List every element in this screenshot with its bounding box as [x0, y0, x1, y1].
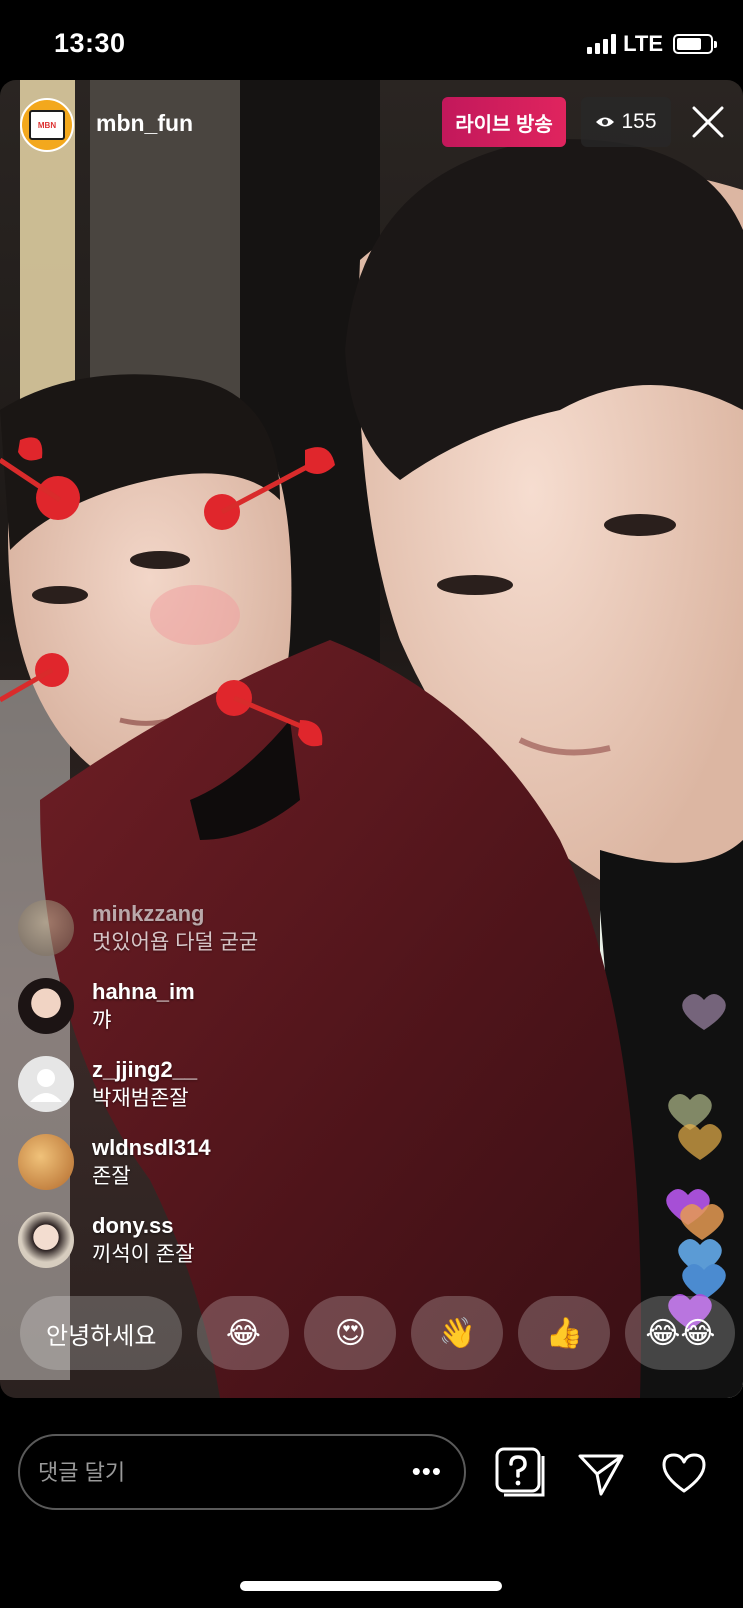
comment-message: 존잘 — [92, 1165, 131, 1188]
commenter-avatar[interactable] — [18, 1134, 74, 1190]
live-video[interactable]: MBN mbn_fun 라이브 방송 155 minkzzang 멋있어욥 다덜… — [0, 80, 743, 1398]
heart-icon[interactable] — [661, 1451, 707, 1495]
status-time: 13:30 — [54, 28, 126, 58]
comment-message: 끼석이 존잘 — [92, 1243, 195, 1266]
quick-reactions: 안녕하세요 😂 😍 👋 👍 😂😂 — [20, 1296, 736, 1370]
comment-username[interactable]: wldnsdl314 — [92, 1134, 211, 1162]
comment-message: 멋있어욥 다덜 굳굳 — [92, 931, 259, 954]
commenter-avatar[interactable] — [18, 978, 74, 1034]
default-user-icon — [30, 1069, 62, 1102]
laughing-emoji-chip[interactable]: 😂 — [197, 1296, 290, 1370]
commenter-avatar[interactable] — [18, 1056, 74, 1112]
comment-username[interactable]: hahna_im — [92, 978, 195, 1006]
home-indicator[interactable] — [240, 1581, 502, 1591]
commenter-avatar[interactable] — [18, 1212, 74, 1268]
floating-hearts — [666, 994, 726, 1330]
comment-list[interactable]: minkzzang 멋있어욥 다덜 굳굳 hahna_im 꺄 z_jjing2… — [18, 900, 438, 1290]
heart-icon — [682, 994, 726, 1030]
heart-eyes-emoji-chip[interactable]: 😍 — [304, 1296, 397, 1370]
comment-message: 꺄 — [92, 1009, 112, 1032]
mbn-logo-icon: MBN — [29, 110, 65, 140]
question-icon[interactable] — [494, 1446, 548, 1502]
commenter-avatar[interactable] — [18, 900, 74, 956]
status-bar: 13:30 LTE — [0, 0, 743, 80]
comment-message: 박재범존잘 — [92, 1087, 189, 1110]
live-badge: 라이브 방송 — [442, 97, 566, 147]
heart-icon — [678, 1124, 722, 1160]
comment-input[interactable] — [38, 1454, 398, 1492]
signal-strength-icon — [587, 34, 617, 54]
comment-item: z_jjing2__ 박재범존잘 — [18, 1056, 438, 1134]
host-avatar[interactable]: MBN — [20, 98, 74, 152]
comment-input-field[interactable]: ••• — [18, 1434, 466, 1510]
status-indicators: LTE — [587, 31, 717, 57]
host-username[interactable]: mbn_fun — [96, 110, 193, 137]
eye-icon — [596, 117, 615, 127]
network-type: LTE — [623, 31, 663, 56]
comment-item: hahna_im 꺄 — [18, 978, 438, 1056]
more-options-icon[interactable]: ••• — [412, 1456, 442, 1487]
battery-icon — [673, 34, 717, 54]
comment-username[interactable]: minkzzang — [92, 900, 258, 928]
send-icon[interactable] — [577, 1450, 625, 1498]
close-icon[interactable] — [688, 102, 728, 142]
comment-item: minkzzang 멋있어욥 다덜 굳굳 — [18, 900, 438, 978]
comment-username[interactable]: dony.ss — [92, 1212, 194, 1240]
double-laughing-emoji-chip[interactable]: 😂😂 — [625, 1296, 736, 1370]
viewer-count: 155 — [621, 110, 657, 133]
greeting-chip[interactable]: 안녕하세요 — [20, 1296, 183, 1370]
viewer-count-badge[interactable]: 155 — [581, 97, 671, 147]
comment-item: dony.ss 끼석이 존잘 — [18, 1212, 438, 1290]
comment-item: wldnsdl314 존잘 — [18, 1134, 438, 1212]
comment-username[interactable]: z_jjing2__ — [92, 1056, 197, 1084]
waving-hand-emoji-chip[interactable]: 👋 — [411, 1296, 504, 1370]
thumbs-up-emoji-chip[interactable]: 👍 — [518, 1296, 611, 1370]
